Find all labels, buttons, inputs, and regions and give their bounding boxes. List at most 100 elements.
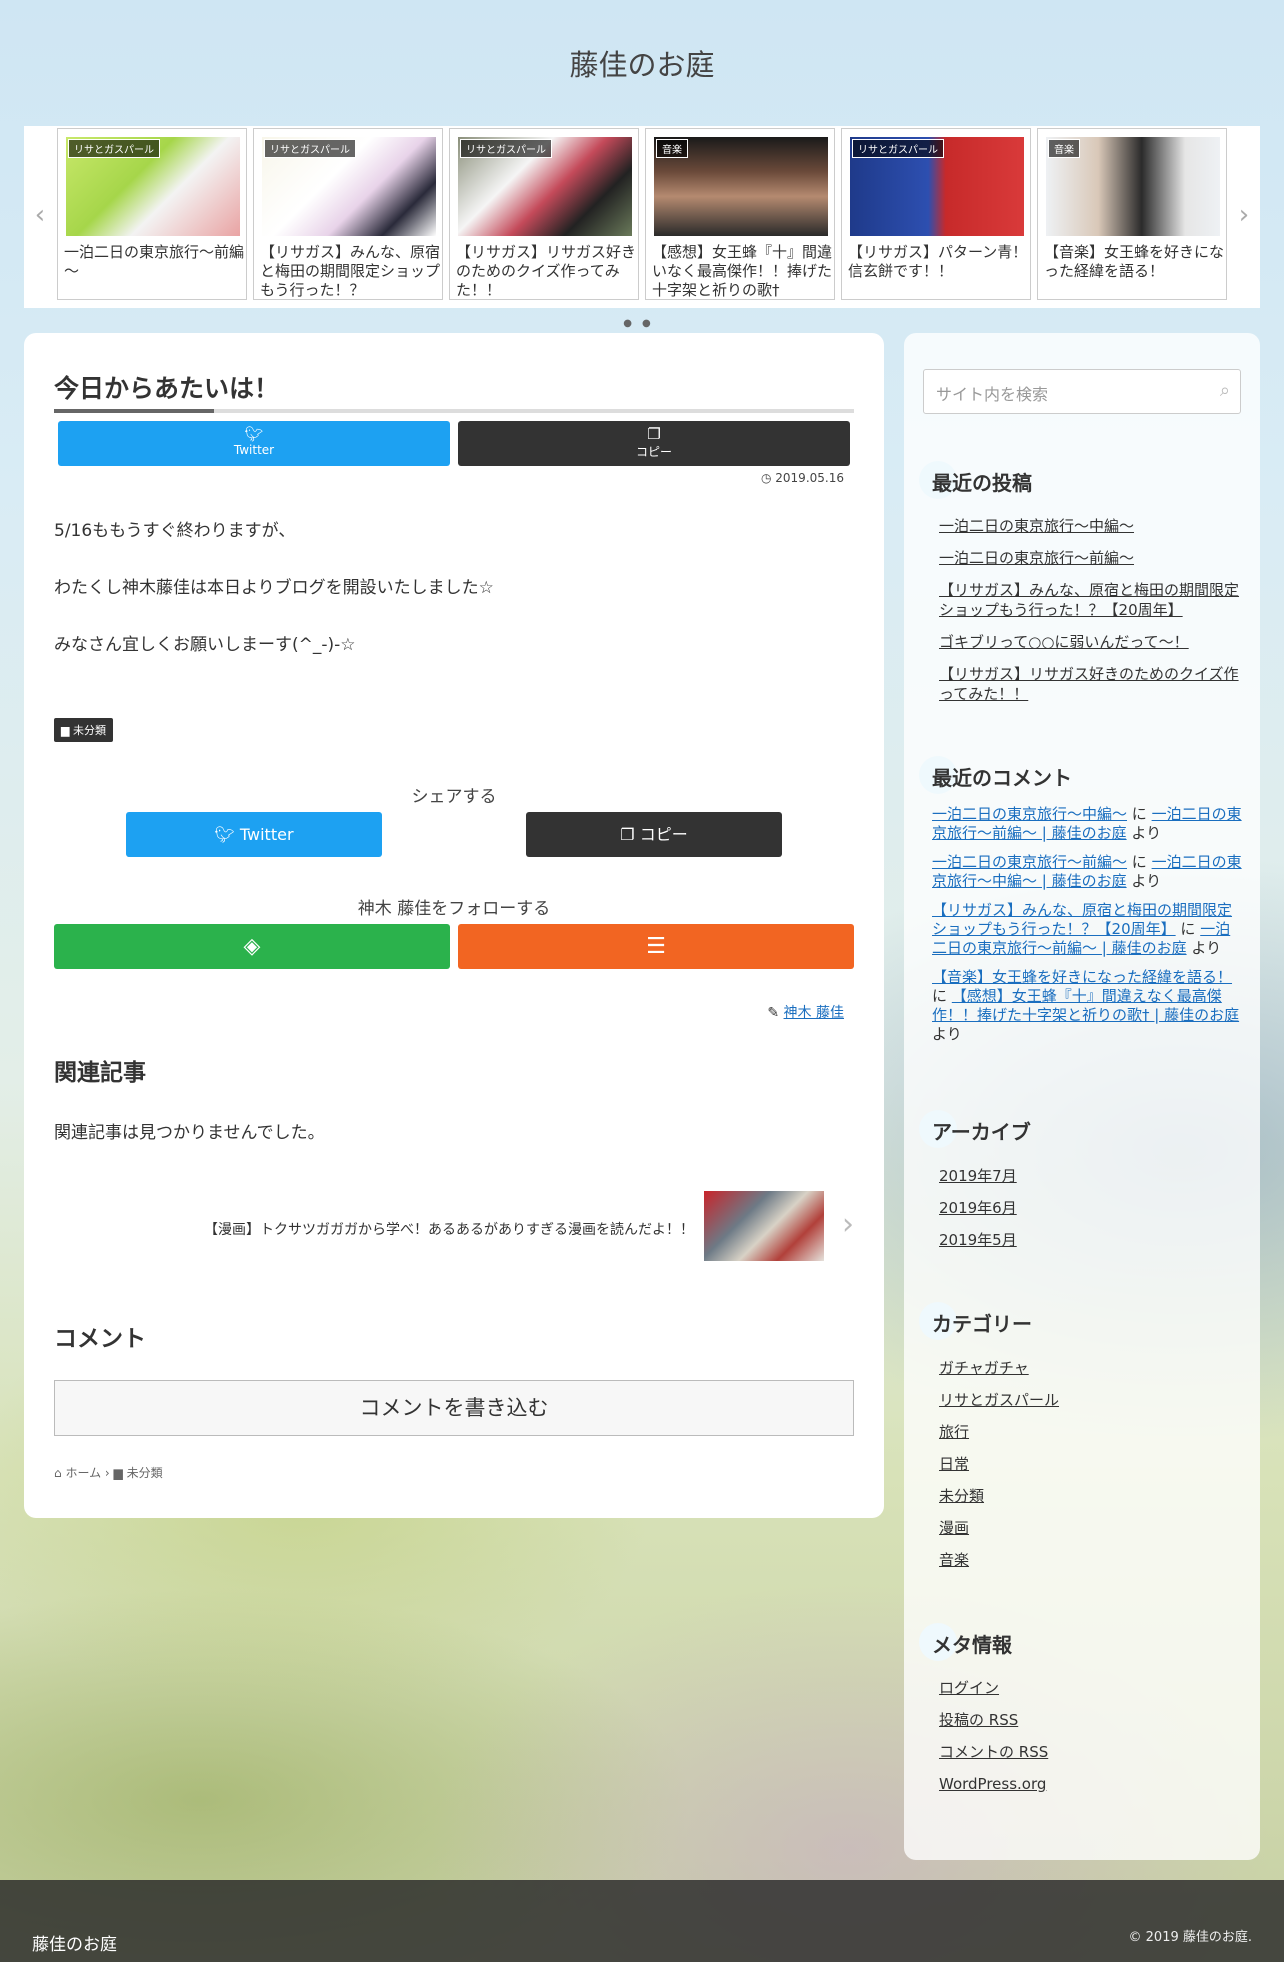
category-link[interactable]: 音楽	[939, 1550, 1239, 1570]
category-link[interactable]: 旅行	[939, 1422, 1239, 1442]
archive-link[interactable]: 2019年7月	[939, 1166, 1239, 1186]
next-post-link[interactable]: 【漫画】トクサツガガガから学べ！あるあるがありすぎる漫画を読んだよ！！ ›	[154, 1191, 854, 1263]
recent-posts-title: 最近の投稿	[919, 461, 1032, 499]
breadcrumb-home[interactable]: ホーム	[65, 1466, 101, 1480]
chevron-right-icon: ›	[104, 1466, 114, 1480]
search-icon[interactable]: ⌕	[1220, 380, 1230, 401]
next-post-title: 【漫画】トクサツガガガから学べ！あるあるがありすぎる漫画を読んだよ！！	[204, 1222, 694, 1238]
card-category: リサとガスパール	[68, 139, 160, 158]
carousel-card[interactable]: リサとガスパール 【リサガス】みんな、原宿と梅田の期間限定ショップもう行った！？	[253, 128, 443, 300]
copy-icon: ❐	[620, 825, 635, 844]
card-category: リサとガスパール	[264, 139, 356, 158]
recent-comment-item: 一泊二日の東京旅行～中編～ に 一泊二日の東京旅行～前編～ | 藤佳のお庭 より	[932, 805, 1242, 842]
comment-post-link[interactable]: 【感想】女王蜂『十』間違えなく最高傑作！！捧げた十字架と祈りの歌† | 藤佳のお…	[932, 987, 1239, 1024]
recent-comments-title: 最近のコメント	[919, 756, 1072, 794]
twitter-share-button-top[interactable]: 🐦︎ Twitter	[58, 421, 450, 466]
comment-author-link[interactable]: 一泊二日の東京旅行～前編～	[932, 853, 1127, 871]
category-link[interactable]: ガチャガチャ	[939, 1358, 1239, 1378]
rss-icon: ☰	[646, 934, 666, 959]
copy-share-label: コピー	[635, 445, 672, 459]
breadcrumb: ⌂ ホーム › ▆ 未分類	[54, 1464, 163, 1481]
card-title: 【リサガス】リサガス好きのためのクイズ作ってみた！！	[456, 243, 637, 299]
meta-link[interactable]: 投稿の RSS	[939, 1710, 1239, 1730]
site-title[interactable]: 藤佳のお庭	[0, 42, 1284, 84]
card-category: リサとガスパール	[460, 139, 552, 158]
follow-heading: 神木 藤佳をフォローする	[357, 899, 551, 919]
archive-link[interactable]: 2019年5月	[939, 1230, 1239, 1250]
twitter-share-button-bottom[interactable]: 🐦︎ Twitter	[126, 812, 382, 857]
card-category: 音楽	[656, 139, 688, 158]
category-link[interactable]: 未分類	[939, 1486, 1239, 1506]
meta-link[interactable]: ログイン	[939, 1678, 1239, 1698]
copy-icon: ❐	[647, 425, 661, 443]
meta-link[interactable]: コメントの RSS	[939, 1742, 1239, 1762]
category-link[interactable]: 漫画	[939, 1518, 1239, 1538]
archives-title: アーカイブ	[919, 1110, 1031, 1148]
next-post-thumbnail	[704, 1191, 824, 1261]
copy-share-button-top[interactable]: ❐ コピー	[458, 421, 850, 466]
comment-author-link[interactable]: 一泊二日の東京旅行～中編～	[932, 805, 1127, 823]
recent-post-link[interactable]: ゴキブリって○○に弱いんだって～！	[939, 632, 1239, 652]
recent-post-link[interactable]: 【リサガス】リサガス好きのためのクイズ作ってみた！！	[939, 664, 1239, 704]
recent-post-link[interactable]: 一泊二日の東京旅行～前編～	[939, 548, 1239, 568]
copy-share-button-bottom[interactable]: ❐ コピー	[526, 812, 782, 857]
recent-post-link[interactable]: 【リサガス】みんな、原宿と梅田の期間限定ショップもう行った！？【20周年】	[939, 580, 1239, 620]
card-title: 【リサガス】みんな、原宿と梅田の期間限定ショップもう行った！？	[260, 243, 441, 299]
carousel-card[interactable]: リサとガスパール 【リサガス】パターン青！信玄餅です！！	[841, 128, 1031, 300]
comment-title: コメント	[54, 1326, 146, 1352]
card-title: 【感想】女王蜂『十』間違いなく最高傑作！！捧げた十字架と祈りの歌†	[652, 243, 833, 299]
twitter-icon: 🐦︎	[214, 825, 235, 844]
category-link[interactable]: 日常	[939, 1454, 1239, 1474]
archives-list: 2019年7月 2019年6月 2019年5月	[939, 1166, 1239, 1262]
feedly-follow-button[interactable]: ◈	[54, 924, 450, 969]
chevron-right-icon: ›	[842, 1207, 854, 1242]
twitter-icon: 🐦︎	[244, 425, 264, 443]
carousel-card[interactable]: リサとガスパール 一泊二日の東京旅行～前編～	[57, 128, 247, 300]
twitter-share-label: Twitter	[233, 443, 275, 457]
categories-title: カテゴリー	[919, 1302, 1032, 1340]
carousel-card[interactable]: 音楽 【感想】女王蜂『十』間違いなく最高傑作！！捧げた十字架と祈りの歌†	[645, 128, 835, 300]
footer-title[interactable]: 藤佳のお庭	[32, 1930, 117, 1955]
main-article: 今日からあたいは！ 🐦︎ Twitter ❐ コピー ◷ 2019.05.16 …	[24, 333, 884, 1518]
sidebar: サイト内を検索 ⌕ 最近の投稿 一泊二日の東京旅行～中編～ 一泊二日の東京旅行～…	[904, 333, 1260, 1860]
post-paragraph: みなさん宜しくお願いしまーす(^_-)-☆	[54, 635, 356, 655]
recent-comments-list: 一泊二日の東京旅行～中編～ に 一泊二日の東京旅行～前編～ | 藤佳のお庭 より…	[932, 805, 1242, 1054]
recent-comment-item: 一泊二日の東京旅行～前編～ に 一泊二日の東京旅行～中編～ | 藤佳のお庭 より	[932, 853, 1242, 890]
home-icon: ⌂	[54, 1466, 62, 1480]
recent-post-link[interactable]: 一泊二日の東京旅行～中編～	[939, 516, 1239, 536]
folder-icon: ▆	[113, 1466, 123, 1480]
chevron-right-icon[interactable]: ›	[1232, 200, 1256, 230]
related-none-text: 関連記事は見つかりませんでした。	[54, 1123, 325, 1143]
breadcrumb-category[interactable]: 未分類	[127, 1466, 163, 1480]
carousel-card[interactable]: リサとガスパール 【リサガス】リサガス好きのためのクイズ作ってみた！！	[449, 128, 639, 300]
comment-author-link[interactable]: 【音楽】女王蜂を好きになった経緯を語る！	[932, 968, 1232, 986]
post-author: ✎ 神木 藤佳	[767, 1002, 844, 1022]
category-tag[interactable]: ▆ 未分類	[54, 718, 113, 742]
rss-follow-button[interactable]: ☰	[458, 924, 854, 969]
author-link[interactable]: 神木 藤佳	[784, 1005, 844, 1021]
card-title: 【音楽】女王蜂を好きになった経緯を語る！	[1044, 243, 1225, 280]
meta-list: ログイン 投稿の RSS コメントの RSS WordPress.org	[939, 1678, 1239, 1806]
recent-comment-item: 【リサガス】みんな、原宿と梅田の期間限定ショップもう行った！？【20周年】 に …	[932, 901, 1233, 957]
post-paragraph: わたくし神木藤佳は本日よりブログを開設いたしました☆	[54, 578, 494, 598]
meta-link[interactable]: WordPress.org	[939, 1774, 1239, 1794]
card-title: 一泊二日の東京旅行～前編～	[64, 243, 245, 280]
card-category: 音楽	[1048, 139, 1080, 158]
pencil-icon: ✎	[767, 1005, 780, 1021]
carousel-card[interactable]: 音楽 【音楽】女王蜂を好きになった経緯を語る！	[1037, 128, 1227, 300]
post-title: 今日からあたいは！	[54, 369, 854, 413]
meta-title: メタ情報	[919, 1623, 1012, 1661]
share-heading: シェアする	[411, 787, 497, 807]
card-category: リサとガスパール	[852, 139, 944, 158]
carousel: ‹ リサとガスパール 一泊二日の東京旅行～前編～ リサとガスパール 【リサガス】…	[24, 126, 1260, 308]
footer: 藤佳のお庭 © 2019 藤佳のお庭.	[0, 1880, 1284, 1962]
chevron-left-icon[interactable]: ‹	[28, 200, 52, 230]
search-input[interactable]: サイト内を検索 ⌕	[923, 369, 1241, 414]
archive-link[interactable]: 2019年6月	[939, 1198, 1239, 1218]
copyright: © 2019 藤佳のお庭.	[1128, 1930, 1252, 1945]
categories-list: ガチャガチャ リサとガスパール 旅行 日常 未分類 漫画 音楽	[939, 1358, 1239, 1582]
carousel-dots[interactable]: ●●	[612, 318, 672, 329]
category-link[interactable]: リサとガスパール	[939, 1390, 1239, 1410]
post-date: ◷ 2019.05.16	[760, 471, 844, 485]
write-comment-button[interactable]: コメントを書き込む	[54, 1380, 854, 1436]
